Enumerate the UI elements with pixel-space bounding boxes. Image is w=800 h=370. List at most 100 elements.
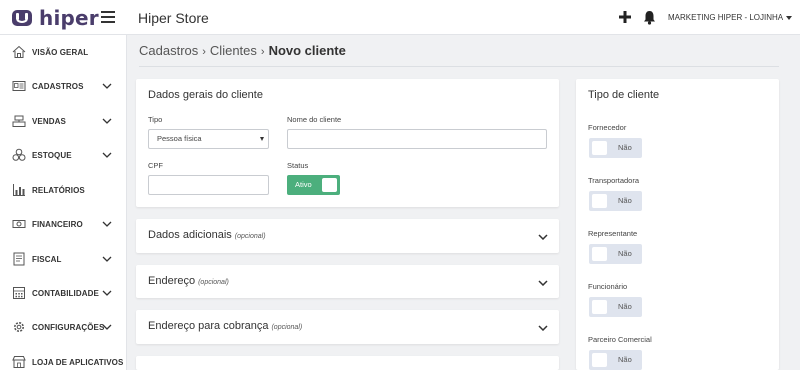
menu-icon[interactable] <box>101 11 115 23</box>
status-toggle[interactable]: Ativo <box>287 175 340 195</box>
sidebar-item-financeiro[interactable]: FINANCEIRO <box>0 209 127 239</box>
tipo-select-value: Pessoa física <box>157 134 202 143</box>
client-type-title: Tipo de cliente <box>588 89 660 101</box>
sidebar-item-cadastros[interactable]: CADASTROS <box>0 71 127 101</box>
partial-card <box>136 356 559 370</box>
caret-down-icon <box>786 15 793 20</box>
dados-adicionais-title: Dados adicionais (opcional) <box>148 229 266 241</box>
id-card-icon <box>12 81 26 91</box>
sidebar-item-label: LOJA DE APLICATIVOS <box>32 357 124 367</box>
sidebar-item-relatorios[interactable]: RELATÓRIOS <box>0 175 127 205</box>
endereco-cobranca-title: Endereço para cobrança (opcional) <box>148 320 303 332</box>
transportadora-label: Transportadora <box>588 176 639 185</box>
toggle-label: Não <box>618 249 632 258</box>
funcionario-label: Funcionário <box>588 282 628 291</box>
breadcrumb-cadastros[interactable]: Cadastros <box>139 43 198 58</box>
user-menu[interactable]: MARKETING HIPER - LOJINHA <box>668 13 793 22</box>
chevron-down-icon <box>538 325 548 331</box>
user-name: MARKETING HIPER - LOJINHA <box>668 13 784 22</box>
breadcrumb-current: Novo cliente <box>268 43 346 58</box>
sidebar-item-label: CONFIGURAÇÕES <box>32 322 105 332</box>
store-title: Hiper Store <box>138 10 209 26</box>
toggle-label: Não <box>618 196 632 205</box>
toggle-knob <box>592 353 607 367</box>
endereco-card[interactable]: Endereço (opcional) <box>136 265 559 298</box>
home-icon <box>12 45 26 58</box>
parceiro-comercial-label: Parceiro Comercial <box>588 335 652 344</box>
store-icon <box>12 356 26 368</box>
money-icon <box>12 220 26 228</box>
chevron-down-icon <box>102 83 112 89</box>
sidebar-item-label: CONTABILIDADE <box>32 288 99 298</box>
toggle-knob <box>592 300 607 314</box>
cpf-input[interactable] <box>148 175 269 195</box>
client-type-card: Tipo de cliente Fornecedor Não Transport… <box>576 79 779 370</box>
tipo-label: Tipo <box>148 115 163 124</box>
general-data-card: Dados gerais do cliente Tipo Pessoa físi… <box>136 79 559 207</box>
logo-icon <box>12 10 32 26</box>
sidebar-item-vendas[interactable]: VENDAS <box>0 106 127 136</box>
breadcrumb: Cadastros › Clientes › Novo cliente <box>139 43 346 58</box>
chevron-right-icon: › <box>260 46 265 58</box>
calculator-icon <box>13 287 25 299</box>
sidebar-item-label: ESTOQUE <box>32 150 72 160</box>
chevron-down-icon <box>102 290 112 296</box>
toggle-knob <box>322 178 337 192</box>
nome-label: Nome do cliente <box>287 115 342 124</box>
sidebar-item-label: RELATÓRIOS <box>32 185 85 195</box>
caret-down-icon <box>260 137 264 141</box>
sidebar-item-label: VENDAS <box>32 116 66 126</box>
bar-chart-icon <box>13 184 25 196</box>
sidebar-item-contabilidade[interactable]: CONTABILIDADE <box>0 278 127 308</box>
chevron-down-icon <box>102 256 112 262</box>
general-data-title: Dados gerais do cliente <box>148 89 263 101</box>
breadcrumb-clientes[interactable]: Clientes <box>210 43 257 58</box>
document-icon <box>13 252 25 266</box>
top-bar: hiper Hiper Store MARKETING HIPER - LOJI… <box>0 0 800 35</box>
status-toggle-label: Ativo <box>295 180 312 189</box>
representante-label: Representante <box>588 229 638 238</box>
toggle-knob <box>592 141 607 155</box>
status-label: Status <box>287 161 309 170</box>
sidebar-item-estoque[interactable]: ESTOQUE <box>0 140 127 170</box>
chevron-down-icon <box>538 234 548 240</box>
representante-toggle[interactable]: Não <box>589 244 642 264</box>
funcionario-toggle[interactable]: Não <box>589 297 642 317</box>
breadcrumb-divider <box>139 66 779 67</box>
sidebar-item-fiscal[interactable]: FISCAL <box>0 244 127 274</box>
sidebar-item-label: CADASTROS <box>32 81 84 91</box>
boxes-icon <box>12 148 26 161</box>
toggle-knob <box>592 247 607 261</box>
logo[interactable]: hiper <box>11 6 99 30</box>
chevron-right-icon: › <box>202 46 206 58</box>
parceiro-comercial-toggle[interactable]: Não <box>589 350 642 370</box>
sidebar-item-configuracoes[interactable]: CONFIGURAÇÕES <box>0 312 127 342</box>
chevron-down-icon <box>102 152 112 158</box>
sidebar-item-label: VISÃO GERAL <box>32 47 89 57</box>
dados-adicionais-card[interactable]: Dados adicionais (opcional) <box>136 219 559 253</box>
tipo-select[interactable]: Pessoa física <box>148 129 269 149</box>
sidebar: VISÃO GERAL CADASTROS VENDAS ESTOQUE REL… <box>0 35 127 370</box>
toggle-label: Não <box>618 143 632 152</box>
logo-text: hiper <box>39 6 99 30</box>
toggle-label: Não <box>618 302 632 311</box>
chevron-down-icon <box>102 118 112 124</box>
chevron-down-icon <box>538 280 548 286</box>
plus-icon[interactable] <box>618 10 632 24</box>
sidebar-item-loja-de-aplicativos[interactable]: LOJA DE APLICATIVOS <box>0 347 127 370</box>
toggle-knob <box>592 194 607 208</box>
fornecedor-label: Fornecedor <box>588 123 627 132</box>
endereco-cobranca-card[interactable]: Endereço para cobrança (opcional) <box>136 310 559 344</box>
fornecedor-toggle[interactable]: Não <box>589 138 642 158</box>
sidebar-item-label: FISCAL <box>32 254 62 264</box>
sidebar-item-visao-geral[interactable]: VISÃO GERAL <box>0 37 127 67</box>
sidebar-item-label: FINANCEIRO <box>32 219 83 229</box>
toggle-label: Não <box>618 355 632 364</box>
nome-input[interactable] <box>287 129 547 149</box>
chevron-down-icon <box>102 324 112 330</box>
bell-icon[interactable] <box>643 10 656 25</box>
cpf-label: CPF <box>148 161 163 170</box>
transportadora-toggle[interactable]: Não <box>589 191 642 211</box>
gear-icon <box>14 322 24 332</box>
endereco-title: Endereço (opcional) <box>148 275 229 287</box>
